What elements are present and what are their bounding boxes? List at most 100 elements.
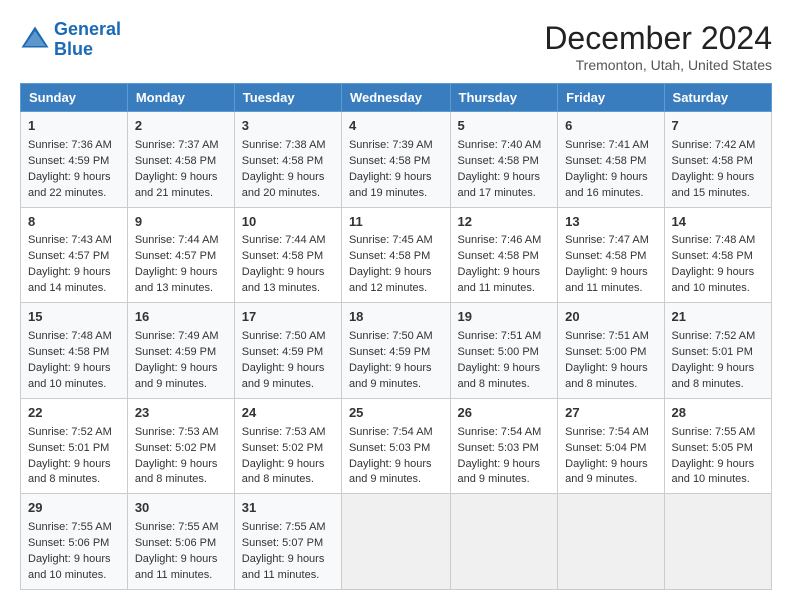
day-info: Sunrise: 7:41 AM Sunset: 4:58 PM Dayligh… [565, 139, 649, 199]
day-info: Sunrise: 7:47 AM Sunset: 4:58 PM Dayligh… [565, 234, 649, 294]
table-row: 9 Sunrise: 7:44 AM Sunset: 4:57 PM Daylig… [127, 207, 234, 303]
day-info: Sunrise: 7:44 AM Sunset: 4:58 PM Dayligh… [242, 234, 326, 294]
day-number: 25 [349, 404, 443, 423]
day-info: Sunrise: 7:46 AM Sunset: 4:58 PM Dayligh… [458, 234, 542, 294]
table-row: 4 Sunrise: 7:39 AM Sunset: 4:58 PM Daylig… [341, 112, 450, 208]
day-info: Sunrise: 7:43 AM Sunset: 4:57 PM Dayligh… [28, 234, 112, 294]
table-row: 15 Sunrise: 7:48 AM Sunset: 4:58 PM Dayli… [21, 303, 128, 399]
table-row: 1 Sunrise: 7:36 AM Sunset: 4:59 PM Daylig… [21, 112, 128, 208]
day-number: 21 [672, 308, 764, 327]
calendar-body: 1 Sunrise: 7:36 AM Sunset: 4:59 PM Daylig… [21, 112, 772, 590]
day-number: 1 [28, 117, 120, 136]
day-info: Sunrise: 7:55 AM Sunset: 5:05 PM Dayligh… [672, 426, 756, 486]
day-info: Sunrise: 7:53 AM Sunset: 5:02 PM Dayligh… [135, 426, 219, 486]
day-info: Sunrise: 7:39 AM Sunset: 4:58 PM Dayligh… [349, 139, 433, 199]
calendar-table: SundayMondayTuesdayWednesdayThursdayFrid… [20, 83, 772, 590]
day-number: 2 [135, 117, 227, 136]
day-info: Sunrise: 7:42 AM Sunset: 4:58 PM Dayligh… [672, 139, 756, 199]
table-row: 30Sunrise: 7:55 AM Sunset: 5:06 PM Dayli… [127, 494, 234, 590]
day-number: 19 [458, 308, 551, 327]
table-row: 17 Sunrise: 7:50 AM Sunset: 4:59 PM Dayli… [234, 303, 341, 399]
header-row: SundayMondayTuesdayWednesdayThursdayFrid… [21, 84, 772, 112]
logo-line2: Blue [54, 39, 93, 59]
day-number: 31 [242, 499, 334, 518]
day-number: 26 [458, 404, 551, 423]
table-row: 19 Sunrise: 7:51 AM Sunset: 5:00 PM Dayli… [450, 303, 558, 399]
day-info: Sunrise: 7:51 AM Sunset: 5:00 PM Dayligh… [458, 330, 542, 390]
day-number: 12 [458, 213, 551, 232]
day-info: Sunrise: 7:55 AM Sunset: 5:06 PM Dayligh… [28, 521, 112, 581]
day-number: 14 [672, 213, 764, 232]
table-row [450, 494, 558, 590]
month-title: December 2024 [544, 20, 772, 57]
table-row: 7 Sunrise: 7:42 AM Sunset: 4:58 PM Daylig… [664, 112, 771, 208]
day-number: 8 [28, 213, 120, 232]
day-info: Sunrise: 7:48 AM Sunset: 4:58 PM Dayligh… [672, 234, 756, 294]
day-number: 23 [135, 404, 227, 423]
table-row: 28 Sunrise: 7:55 AM Sunset: 5:05 PM Dayli… [664, 398, 771, 494]
day-number: 27 [565, 404, 656, 423]
day-number: 22 [28, 404, 120, 423]
day-number: 17 [242, 308, 334, 327]
day-number: 24 [242, 404, 334, 423]
table-row: 14 Sunrise: 7:48 AM Sunset: 4:58 PM Dayli… [664, 207, 771, 303]
day-number: 28 [672, 404, 764, 423]
day-number: 15 [28, 308, 120, 327]
table-row: 24 Sunrise: 7:53 AM Sunset: 5:02 PM Dayli… [234, 398, 341, 494]
day-info: Sunrise: 7:55 AM Sunset: 5:07 PM Dayligh… [242, 521, 326, 581]
day-info: Sunrise: 7:44 AM Sunset: 4:57 PM Dayligh… [135, 234, 219, 294]
day-number: 13 [565, 213, 656, 232]
table-row: 11Sunrise: 7:45 AM Sunset: 4:58 PM Dayli… [341, 207, 450, 303]
logo-line1: General [54, 19, 121, 39]
table-row: 2Sunrise: 7:37 AM Sunset: 4:58 PM Daylig… [127, 112, 234, 208]
day-number: 4 [349, 117, 443, 136]
table-row [341, 494, 450, 590]
calendar-week-3: 15 Sunrise: 7:48 AM Sunset: 4:58 PM Dayli… [21, 303, 772, 399]
location: Tremonton, Utah, United States [544, 57, 772, 73]
day-number: 5 [458, 117, 551, 136]
table-row: 5Sunrise: 7:40 AM Sunset: 4:58 PM Daylig… [450, 112, 558, 208]
logo: General Blue [20, 20, 121, 60]
table-row: 22Sunrise: 7:52 AM Sunset: 5:01 PM Dayli… [21, 398, 128, 494]
day-number: 9 [135, 213, 227, 232]
calendar-week-5: 29 Sunrise: 7:55 AM Sunset: 5:06 PM Dayli… [21, 494, 772, 590]
header-cell-saturday: Saturday [664, 84, 771, 112]
day-info: Sunrise: 7:38 AM Sunset: 4:58 PM Dayligh… [242, 139, 326, 199]
calendar-header: SundayMondayTuesdayWednesdayThursdayFrid… [21, 84, 772, 112]
day-number: 29 [28, 499, 120, 518]
day-info: Sunrise: 7:48 AM Sunset: 4:58 PM Dayligh… [28, 330, 112, 390]
header-cell-friday: Friday [558, 84, 664, 112]
day-info: Sunrise: 7:49 AM Sunset: 4:59 PM Dayligh… [135, 330, 219, 390]
day-info: Sunrise: 7:54 AM Sunset: 5:03 PM Dayligh… [349, 426, 433, 486]
calendar-week-4: 22Sunrise: 7:52 AM Sunset: 5:01 PM Dayli… [21, 398, 772, 494]
table-row [558, 494, 664, 590]
day-number: 10 [242, 213, 334, 232]
calendar-week-1: 1 Sunrise: 7:36 AM Sunset: 4:59 PM Daylig… [21, 112, 772, 208]
day-info: Sunrise: 7:53 AM Sunset: 5:02 PM Dayligh… [242, 426, 326, 486]
table-row: 25 Sunrise: 7:54 AM Sunset: 5:03 PM Dayli… [341, 398, 450, 494]
table-row: 3 Sunrise: 7:38 AM Sunset: 4:58 PM Daylig… [234, 112, 341, 208]
day-number: 30 [135, 499, 227, 518]
day-number: 3 [242, 117, 334, 136]
day-info: Sunrise: 7:50 AM Sunset: 4:59 PM Dayligh… [242, 330, 326, 390]
day-number: 16 [135, 308, 227, 327]
day-info: Sunrise: 7:51 AM Sunset: 5:00 PM Dayligh… [565, 330, 649, 390]
page-header: General Blue December 2024 Tremonton, Ut… [20, 20, 772, 73]
day-info: Sunrise: 7:36 AM Sunset: 4:59 PM Dayligh… [28, 139, 112, 199]
day-number: 7 [672, 117, 764, 136]
header-cell-wednesday: Wednesday [341, 84, 450, 112]
table-row: 23 Sunrise: 7:53 AM Sunset: 5:02 PM Dayli… [127, 398, 234, 494]
table-row: 20Sunrise: 7:51 AM Sunset: 5:00 PM Dayli… [558, 303, 664, 399]
title-block: December 2024 Tremonton, Utah, United St… [544, 20, 772, 73]
logo-text: General Blue [54, 20, 121, 60]
logo-icon [20, 25, 50, 55]
table-row: 18 Sunrise: 7:50 AM Sunset: 4:59 PM Dayli… [341, 303, 450, 399]
day-info: Sunrise: 7:54 AM Sunset: 5:03 PM Dayligh… [458, 426, 542, 486]
table-row: 27Sunrise: 7:54 AM Sunset: 5:04 PM Dayli… [558, 398, 664, 494]
day-info: Sunrise: 7:50 AM Sunset: 4:59 PM Dayligh… [349, 330, 433, 390]
table-row: 13 Sunrise: 7:47 AM Sunset: 4:58 PM Dayli… [558, 207, 664, 303]
header-cell-tuesday: Tuesday [234, 84, 341, 112]
day-number: 18 [349, 308, 443, 327]
table-row: 21Sunrise: 7:52 AM Sunset: 5:01 PM Dayli… [664, 303, 771, 399]
table-row: 6Sunrise: 7:41 AM Sunset: 4:58 PM Daylig… [558, 112, 664, 208]
